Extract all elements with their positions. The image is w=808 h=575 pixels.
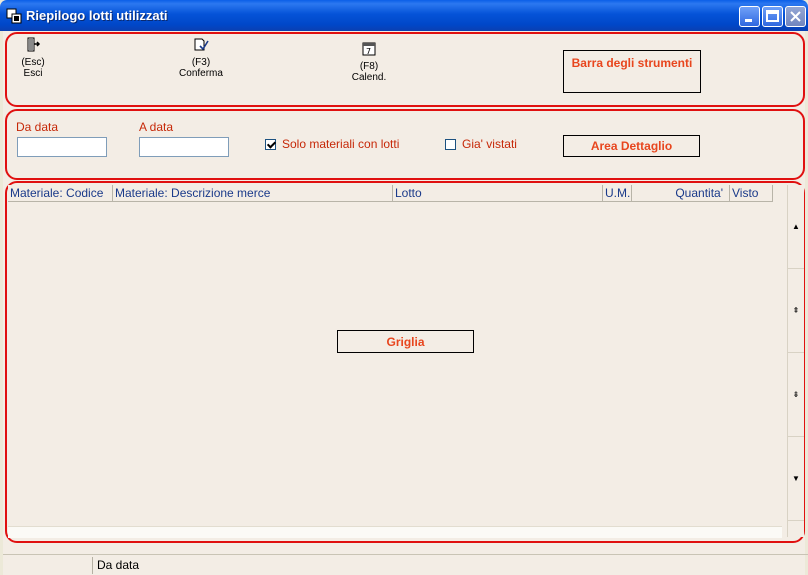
da-data-input[interactable] xyxy=(17,137,107,157)
solo-materiali-checkbox[interactable]: Solo materiali con lotti xyxy=(265,137,399,151)
close-button[interactable] xyxy=(785,6,806,27)
gia-vistati-checkbox-box[interactable] xyxy=(445,138,456,150)
exit-door-icon xyxy=(27,37,41,52)
da-data-label: Da data xyxy=(16,120,59,134)
app-icon xyxy=(6,8,22,24)
scroll-down-button[interactable]: ▼ xyxy=(788,437,804,521)
data-grid[interactable]: Materiale: Codice Materiale: Descrizione… xyxy=(8,185,804,537)
title-bar[interactable]: Riepilogo lotti utilizzati xyxy=(0,0,808,31)
column-header-lotto[interactable]: Lotto xyxy=(393,185,603,202)
window-content: (Esc) Esci (F3) Conferma 7 (F8) Calend. … xyxy=(3,31,808,575)
a-data-label: A data xyxy=(139,120,174,134)
column-header-quantita[interactable]: Quantita' xyxy=(632,185,730,202)
solo-materiali-checkbox-box[interactable] xyxy=(265,138,276,150)
conferma-button[interactable]: (F3) Conferma xyxy=(171,37,231,79)
scroll-page-down-button[interactable]: ⇟ xyxy=(788,353,804,437)
gia-vistati-label: Gia' vistati xyxy=(462,137,517,151)
gia-vistati-checkbox[interactable]: Gia' vistati xyxy=(445,137,517,151)
column-header-descrizione[interactable]: Materiale: Descrizione merce xyxy=(113,185,393,202)
arrow-up-icon: ▲ xyxy=(792,222,800,231)
solo-materiali-label: Solo materiali con lotti xyxy=(282,137,400,151)
esc-label: Esci xyxy=(23,68,43,79)
conferma-label: Conferma xyxy=(179,68,223,79)
calend-label: Calend. xyxy=(351,72,387,83)
scroll-page-up-button[interactable]: ⇞ xyxy=(788,269,804,353)
detail-annotation-label: Area Dettaglio xyxy=(563,135,700,157)
arrow-down-icon: ▼ xyxy=(792,474,800,483)
a-data-input[interactable] xyxy=(139,137,229,157)
calend-key: (F8) xyxy=(359,61,379,72)
grid-vertical-scrollbar[interactable]: ▲ ⇞ ⇟ ▼ xyxy=(787,185,804,537)
column-header-visto[interactable]: Visto xyxy=(730,185,773,202)
esc-button[interactable]: (Esc) Esci xyxy=(3,37,63,79)
calendar-icon: 7 xyxy=(362,42,376,56)
grid-annotation-label: Griglia xyxy=(337,330,474,353)
toolbar-annotation-label: Barra degli strumenti xyxy=(563,50,701,93)
scroll-up-button[interactable]: ▲ xyxy=(788,185,804,269)
maximize-icon xyxy=(766,10,779,22)
grid-header: Materiale: Codice Materiale: Descrizione… xyxy=(8,185,773,202)
close-icon xyxy=(790,11,801,22)
status-cell-1 xyxy=(6,557,93,574)
status-bar: Da data xyxy=(3,554,808,575)
double-arrow-up-icon: ⇞ xyxy=(792,306,800,315)
esc-key: (Esc) xyxy=(21,57,45,68)
svg-text:7: 7 xyxy=(366,47,371,56)
calend-button[interactable]: 7 (F8) Calend. xyxy=(339,41,399,83)
column-header-codice[interactable]: Materiale: Codice xyxy=(8,185,113,202)
window-title: Riepilogo lotti utilizzati xyxy=(26,8,168,23)
minimize-icon xyxy=(745,19,752,22)
conferma-key: (F3) xyxy=(191,57,211,68)
double-arrow-down-icon: ⇟ xyxy=(792,390,800,399)
minimize-button[interactable] xyxy=(739,6,760,27)
grid-horizontal-scrollbar[interactable] xyxy=(8,526,782,538)
confirm-check-icon xyxy=(194,38,209,51)
column-header-um[interactable]: U.M. xyxy=(603,185,632,202)
maximize-button[interactable] xyxy=(762,6,783,27)
status-cell-2: Da data xyxy=(97,558,140,572)
